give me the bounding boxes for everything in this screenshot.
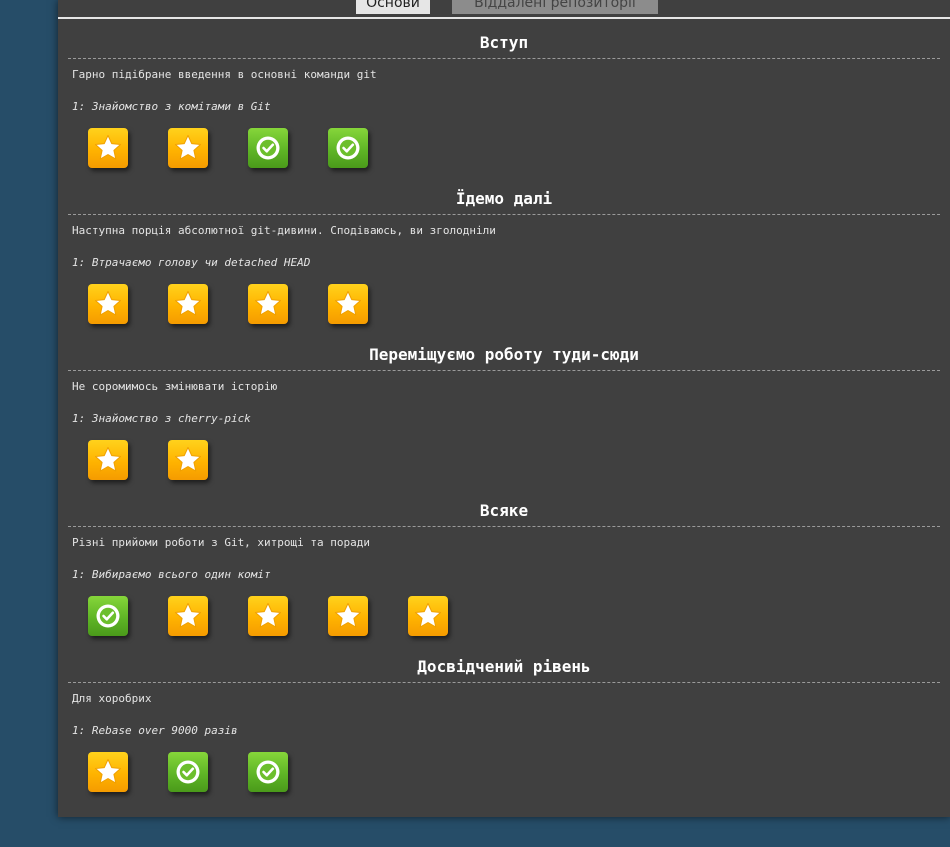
section-divider [68, 58, 940, 59]
star-icon [95, 447, 121, 472]
section-advanced: Досвідчений рівень Для хоробрих 1: Rebas… [58, 655, 950, 796]
section-divider [68, 214, 940, 215]
tab-bar: Основи Віддалені репозиторії [58, 0, 950, 19]
star-icon [255, 291, 281, 316]
star-icon [95, 291, 121, 316]
levels-panel: Основи Віддалені репозиторії Вступ Гарно… [58, 0, 950, 817]
level-button[interactable] [88, 440, 128, 480]
level-icons [58, 440, 950, 484]
tab-basics[interactable]: Основи [356, 0, 430, 14]
level-button[interactable] [408, 596, 448, 636]
star-icon [175, 603, 201, 628]
check-icon [336, 136, 360, 160]
level-button[interactable] [88, 128, 128, 168]
star-icon [175, 447, 201, 472]
star-icon [335, 603, 361, 628]
check-icon [256, 760, 280, 784]
level-button[interactable] [248, 284, 288, 324]
check-icon [176, 760, 200, 784]
level-icons [58, 284, 950, 328]
section-ramping-up: Їдемо далі Наступна порція абсолютної gi… [58, 187, 950, 328]
level-icons [58, 752, 950, 796]
level-icons [58, 128, 950, 172]
level-button[interactable] [88, 752, 128, 792]
level-button-completed[interactable] [248, 752, 288, 792]
star-icon [175, 291, 201, 316]
star-icon [335, 291, 361, 316]
section-mixed-bag: Всяке Різні прийоми роботи з Git, хитрощ… [58, 499, 950, 640]
level-button[interactable] [168, 440, 208, 480]
tab-remote-repositories[interactable]: Віддалені репозиторії [452, 0, 658, 14]
section-title: Переміщуємо роботу туди-сюди [369, 345, 639, 364]
level-name: 1: Знайомство з cherry-pick [72, 412, 251, 425]
section-description: Різні прийоми роботи з Git, хитрощі та п… [72, 536, 371, 549]
section-description: Не соромимось змінювати історію [72, 380, 278, 393]
section-description: Наступна порція абсолютної git-дивини. С… [72, 224, 496, 237]
level-button[interactable] [88, 284, 128, 324]
level-name: 1: Знайомство з комітами в Git [72, 100, 271, 113]
section-divider [68, 370, 940, 371]
check-icon [256, 136, 280, 160]
level-icons [58, 596, 950, 640]
star-icon [255, 603, 281, 628]
section-divider [68, 682, 940, 683]
section-title: Досвідчений рівень [417, 657, 591, 676]
section-moving-work-around: Переміщуємо роботу туди-сюди Не соромимо… [58, 343, 950, 484]
level-button[interactable] [168, 596, 208, 636]
level-button-completed[interactable] [168, 752, 208, 792]
check-icon [96, 604, 120, 628]
section-title: Вступ [479, 33, 529, 52]
star-icon [95, 135, 121, 160]
level-button[interactable] [168, 128, 208, 168]
level-button[interactable] [168, 284, 208, 324]
level-name: 1: Вибираємо всього один коміт [72, 568, 271, 581]
star-icon [175, 135, 201, 160]
level-name: 1: Rebase over 9000 разів [72, 724, 238, 737]
level-button-completed[interactable] [248, 128, 288, 168]
level-button-completed[interactable] [328, 128, 368, 168]
level-button[interactable] [248, 596, 288, 636]
level-button[interactable] [328, 596, 368, 636]
section-introduction: Вступ Гарно підібране введення в основні… [58, 31, 950, 172]
section-title: Всяке [479, 501, 529, 520]
level-name: 1: Втрачаємо голову чи detached HEAD [72, 256, 311, 269]
level-button-completed[interactable] [88, 596, 128, 636]
star-icon [415, 603, 441, 628]
section-title: Їдемо далі [455, 189, 553, 208]
level-button[interactable] [328, 284, 368, 324]
section-divider [68, 526, 940, 527]
section-description: Для хоробрих [72, 692, 152, 705]
section-description: Гарно підібране введення в основні коман… [72, 68, 377, 81]
star-icon [95, 759, 121, 784]
